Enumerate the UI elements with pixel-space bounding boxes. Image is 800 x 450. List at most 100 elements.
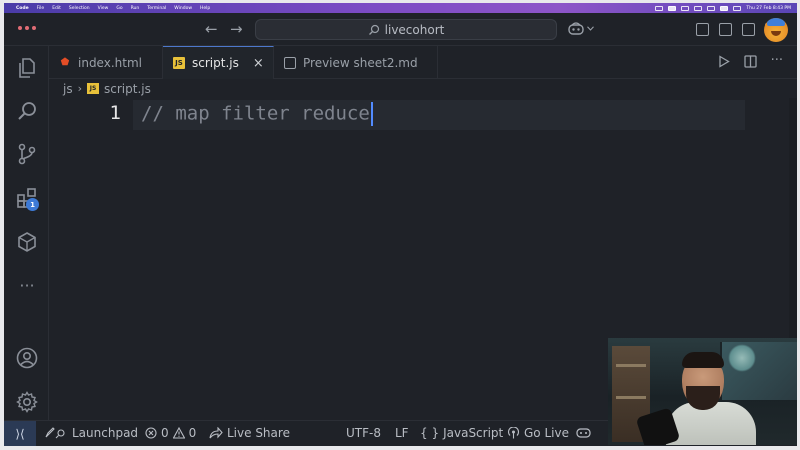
close-tab-icon[interactable]: × bbox=[253, 56, 264, 71]
menu-bar-clock[interactable]: Thu 27 Feb 8:43 PM bbox=[746, 6, 791, 11]
copilot-status-item[interactable] bbox=[576, 426, 591, 438]
chevron-down-icon bbox=[587, 26, 594, 31]
presenter-body bbox=[666, 402, 756, 445]
editor-actions: ··· bbox=[718, 54, 783, 68]
status-icon[interactable] bbox=[681, 5, 690, 11]
menu-run[interactable]: Run bbox=[131, 6, 140, 11]
line-number: 1 bbox=[109, 102, 121, 124]
html5-icon: ⬟ bbox=[60, 57, 70, 68]
vscode-window: Code File Edit Selection View Go Run Ter… bbox=[4, 3, 797, 446]
macos-menu-bar: Code File Edit Selection View Go Run Ter… bbox=[4, 3, 797, 13]
status-icon[interactable] bbox=[694, 5, 703, 11]
control-center-icon[interactable] bbox=[733, 5, 742, 11]
background-light bbox=[728, 344, 756, 372]
tab-index-html[interactable]: ⬟ index.html bbox=[49, 46, 163, 79]
toggle-primary-sidebar-icon[interactable] bbox=[719, 23, 732, 36]
minimize-window-dot[interactable] bbox=[25, 26, 29, 30]
search-text: livecohort bbox=[384, 22, 445, 37]
menu-bar-status: Thu 27 Feb 8:43 PM bbox=[655, 5, 791, 11]
tab-label: index.html bbox=[78, 55, 142, 70]
menu-terminal[interactable]: Terminal bbox=[147, 6, 166, 11]
presenter-hair bbox=[682, 352, 724, 368]
menu-help[interactable]: Help bbox=[200, 6, 210, 11]
go-live-label: Go Live bbox=[524, 426, 569, 440]
menu-file[interactable]: File bbox=[37, 6, 45, 11]
customize-layout-icon[interactable] bbox=[696, 23, 709, 36]
rocket-icon bbox=[45, 427, 65, 439]
settings-gear-icon[interactable] bbox=[15, 390, 39, 414]
battery-icon[interactable] bbox=[707, 5, 716, 11]
js-file-icon: JS bbox=[173, 57, 185, 69]
remote-icon: ⟩⟨ bbox=[15, 427, 25, 441]
menu-go[interactable]: Go bbox=[116, 6, 122, 11]
status-icon[interactable] bbox=[668, 5, 677, 11]
code-line[interactable]: // map filter reduce bbox=[141, 102, 373, 126]
forward-arrow-icon[interactable]: → bbox=[230, 20, 243, 38]
eol-label: LF bbox=[395, 426, 409, 440]
more-views-icon[interactable]: ··· bbox=[15, 274, 39, 298]
language-label: JavaScript bbox=[443, 426, 504, 440]
search-icon bbox=[368, 24, 379, 35]
copilot-menu[interactable] bbox=[568, 22, 594, 35]
menu-view[interactable]: View bbox=[98, 6, 109, 11]
launchpad-item[interactable]: Launchpad bbox=[44, 426, 138, 440]
launchpad-label: Launchpad bbox=[72, 426, 139, 440]
webcam-overlay bbox=[608, 338, 797, 445]
account-avatar[interactable] bbox=[764, 18, 788, 42]
braces-icon: { } bbox=[420, 426, 440, 440]
extensions-badge: 1 bbox=[26, 198, 39, 211]
breadcrumb-file[interactable]: script.js bbox=[104, 82, 151, 96]
copilot-icon bbox=[568, 22, 584, 35]
breadcrumb: js › JS script.js bbox=[49, 79, 797, 98]
window-controls[interactable] bbox=[18, 26, 36, 30]
remote-explorer-icon[interactable] bbox=[15, 230, 39, 254]
language-mode-item[interactable]: { } JavaScript bbox=[420, 426, 503, 440]
explorer-icon[interactable] bbox=[15, 56, 39, 80]
live-share-icon bbox=[209, 427, 223, 439]
copilot-icon bbox=[576, 428, 591, 438]
breadcrumb-separator: › bbox=[77, 82, 82, 95]
activity-bar: 1 ··· bbox=[4, 46, 49, 420]
live-share-label: Live Share bbox=[227, 426, 290, 440]
tab-preview-sheet2[interactable]: Preview sheet2.md bbox=[274, 46, 438, 79]
more-actions-icon[interactable]: ··· bbox=[771, 54, 783, 68]
eol-item[interactable]: LF bbox=[395, 426, 409, 440]
zoom-window-dot[interactable] bbox=[32, 26, 36, 30]
search-icon[interactable] bbox=[15, 99, 39, 123]
back-arrow-icon[interactable]: ← bbox=[205, 20, 218, 38]
tab-script-js[interactable]: JS script.js × bbox=[163, 46, 274, 79]
status-icon[interactable] bbox=[655, 5, 664, 11]
run-icon[interactable] bbox=[718, 55, 730, 68]
tab-label: script.js bbox=[192, 56, 239, 70]
error-icon bbox=[145, 427, 157, 439]
editor-tab-bar: ⬟ index.html JS script.js × Preview shee… bbox=[49, 46, 797, 79]
menu-selection[interactable]: Selection bbox=[69, 6, 90, 11]
command-center-search[interactable]: livecohort bbox=[255, 19, 557, 40]
accounts-icon[interactable] bbox=[15, 346, 39, 370]
preview-icon bbox=[284, 56, 296, 69]
tab-label: Preview sheet2.md bbox=[303, 55, 418, 70]
split-editor-icon[interactable] bbox=[743, 55, 757, 68]
js-file-icon: JS bbox=[87, 83, 99, 94]
wifi-icon[interactable] bbox=[720, 5, 729, 11]
live-share-item[interactable]: Live Share bbox=[209, 426, 290, 440]
menu-window[interactable]: Window bbox=[174, 6, 192, 11]
code-comment: // map filter reduce bbox=[141, 102, 370, 125]
close-window-dot[interactable] bbox=[18, 26, 22, 30]
breadcrumb-folder[interactable]: js bbox=[63, 82, 73, 96]
source-control-icon[interactable] bbox=[15, 142, 39, 166]
toggle-panel-icon[interactable] bbox=[742, 23, 755, 36]
warning-count: 0 bbox=[188, 426, 197, 440]
text-cursor bbox=[370, 102, 373, 126]
remote-indicator[interactable]: ⟩⟨ bbox=[4, 421, 36, 446]
encoding-item[interactable]: UTF-8 bbox=[346, 426, 381, 440]
menu-edit[interactable]: Edit bbox=[52, 6, 61, 11]
encoding-label: UTF-8 bbox=[346, 426, 381, 440]
go-live-item[interactable]: Go Live bbox=[507, 426, 569, 440]
menu-code[interactable]: Code bbox=[16, 6, 29, 11]
warning-icon bbox=[172, 427, 185, 439]
broadcast-icon bbox=[507, 427, 520, 439]
problems-item[interactable]: 0 0 bbox=[145, 426, 196, 440]
error-count: 0 bbox=[161, 426, 169, 440]
title-bar: ← → livecohort bbox=[4, 13, 797, 46]
